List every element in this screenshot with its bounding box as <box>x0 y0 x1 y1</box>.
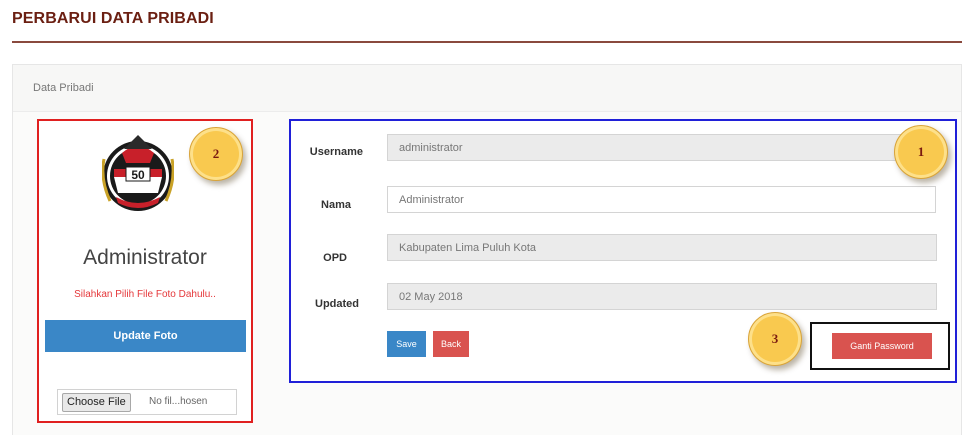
panel-heading-label: Data Pribadi <box>33 82 94 94</box>
photo-file-input[interactable]: Choose File No fil...hosen <box>57 389 237 415</box>
regency-logo: 50 <box>102 135 174 211</box>
update-photo-button[interactable]: Update Foto <box>45 320 246 352</box>
title-divider <box>12 41 962 43</box>
annotation-marker-1: 1 <box>894 125 948 179</box>
choose-file-button[interactable]: Choose File <box>62 393 131 412</box>
updated-label: Updated <box>315 298 359 310</box>
panel-heading: Data Pribadi <box>13 65 961 112</box>
save-button[interactable]: Save <box>387 331 426 357</box>
name-label: Nama <box>321 199 351 211</box>
change-password-button[interactable]: Ganti Password <box>832 333 932 359</box>
change-password-highlight: Ganti Password <box>810 322 950 370</box>
username-label: Username <box>309 146 363 158</box>
opd-field[interactable] <box>387 234 937 261</box>
annotation-marker-2: 2 <box>189 127 243 181</box>
updated-field[interactable] <box>387 283 937 310</box>
annotation-marker-3: 3 <box>748 312 802 366</box>
page-title: PERBARUI DATA PRIBADI <box>12 10 214 27</box>
profile-name: Administrator <box>83 246 207 269</box>
username-field[interactable] <box>387 134 937 161</box>
photo-hint-text: Silahkan Pilih File Foto Dahulu.. <box>74 289 216 300</box>
name-field[interactable] <box>387 186 936 213</box>
opd-label: OPD <box>323 252 347 264</box>
file-status-text: No fil...hosen <box>149 396 208 407</box>
back-button[interactable]: Back <box>433 331 469 357</box>
logo-number: 50 <box>131 168 145 182</box>
